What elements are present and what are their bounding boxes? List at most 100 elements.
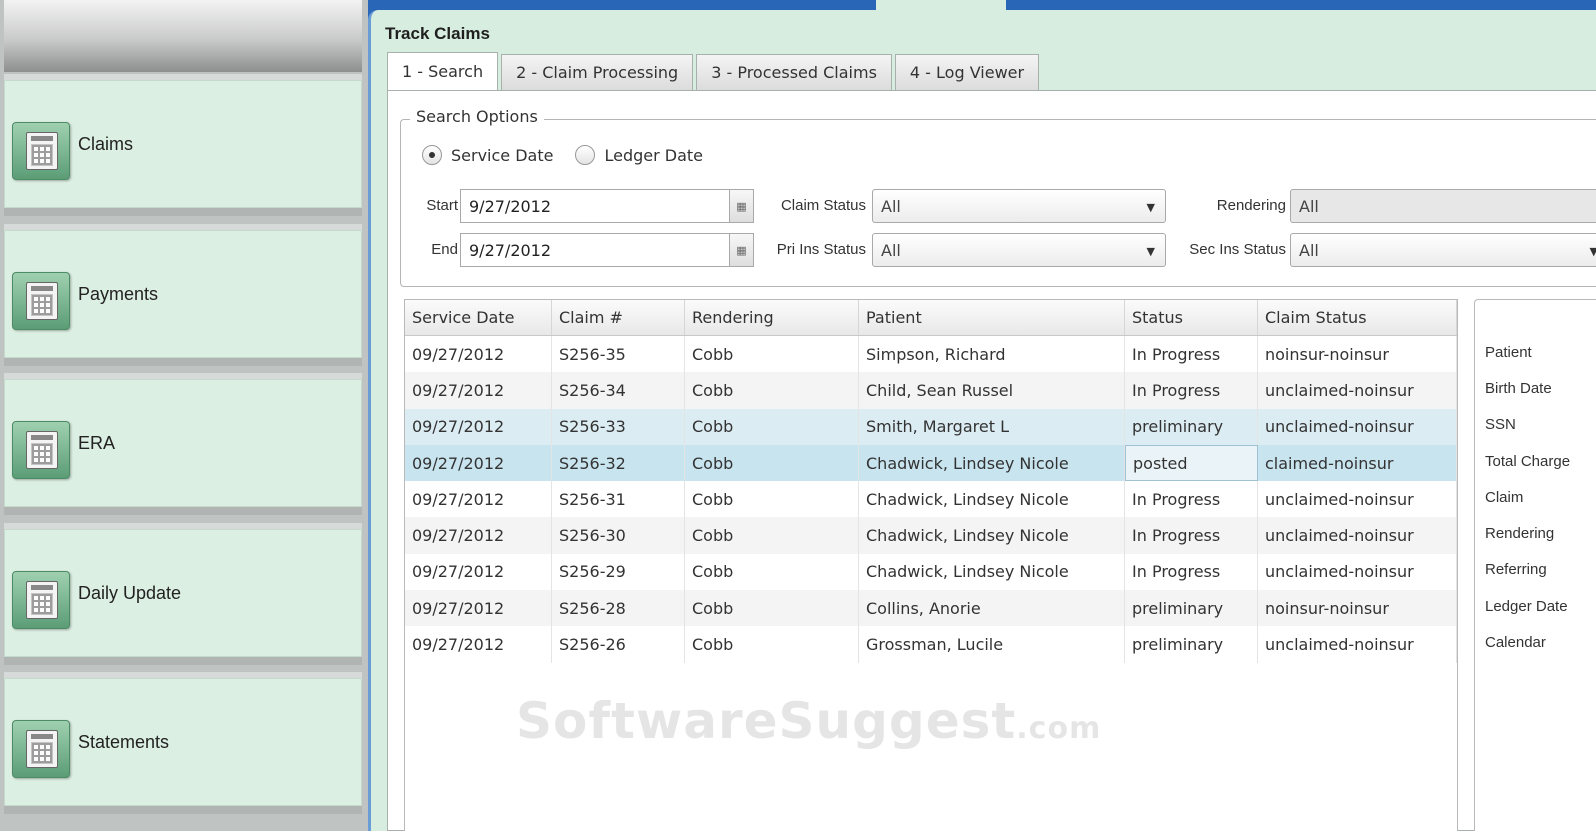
cell-patient: Chadwick, Lindsey Nicole	[859, 444, 1125, 482]
cell-claim-number: S256-29	[552, 553, 685, 591]
rendering-label: Rendering	[1216, 197, 1286, 214]
table-row[interactable]: 09/27/2012 S256-26 Cobb Grossman, Lucile pre…	[405, 626, 1457, 663]
table-row[interactable]: 09/27/2012 S256-34 Cobb Child, Sean Russel I…	[405, 372, 1457, 409]
table-row[interactable]: 09/27/2012 S256-29 Cobb Chadwick, Lindsey N…	[405, 553, 1457, 591]
claim-status-select[interactable]: All ▼	[872, 189, 1166, 223]
cell-service-date: 09/27/2012	[405, 590, 552, 627]
top-tab[interactable]	[876, 0, 1006, 10]
calendar-icon	[12, 272, 70, 330]
pri-ins-status-label: Pri Ins Status	[776, 241, 866, 258]
watermark-suffix: .com	[1016, 711, 1102, 746]
cell-rendering: Cobb	[685, 553, 859, 591]
end-date-value: 9/27/2012	[469, 240, 552, 260]
cell-claim-number: S256-31	[552, 481, 685, 518]
table-row[interactable]: 09/27/2012 S256-33 Cobb Smith, Margaret Lpr…	[405, 408, 1457, 445]
detail-label-rendering: Rendering	[1485, 525, 1555, 542]
cell-service-date: 09/27/2012	[405, 372, 552, 409]
detail-label-birth-date: Birth Date	[1485, 380, 1552, 397]
chevron-down-icon: ▼	[1146, 245, 1155, 258]
top-bar	[368, 0, 1596, 10]
cell-claim-status: noinsur-noinsur	[1258, 336, 1457, 373]
sidebar-item-daily-update[interactable]: Daily Update	[4, 523, 362, 665]
service-date-radio[interactable]	[422, 145, 442, 165]
start-label: Start	[426, 197, 458, 214]
sidebar-item-payments[interactable]: Payments	[4, 224, 362, 366]
detail-label-ledger-date: Ledger Date	[1485, 598, 1568, 615]
sidebar-item-era[interactable]: ERA	[4, 373, 362, 515]
column-header-rendering[interactable]: Rendering	[685, 300, 859, 335]
cell-status: preliminary	[1125, 590, 1258, 627]
end-date-input[interactable]: 9/27/2012 ▦	[460, 233, 754, 267]
calendar-icon	[12, 571, 70, 629]
cell-claim-number: S256-34	[552, 372, 685, 409]
cell-patient: Collins, Anorie	[859, 590, 1125, 627]
sidebar-item-label: Payments	[78, 283, 159, 304]
calendar-icon	[12, 720, 70, 778]
tab-log-viewer[interactable]: 4 - Log Viewer	[894, 54, 1040, 90]
calendar-icon	[12, 122, 70, 180]
table-row[interactable]: 09/27/2012 S256-28 Cobb Collins, Anorie prel…	[405, 590, 1457, 627]
sidebar-item-claims[interactable]: Claims	[4, 74, 362, 216]
cell-status: In Progress	[1125, 553, 1258, 591]
sidebar-item-label: Daily Update	[78, 582, 182, 603]
detail-label-calendar: Calendar	[1485, 634, 1546, 651]
cell-patient: Chadwick, Lindsey Nicole	[859, 553, 1125, 591]
sec-ins-status-value: All	[1299, 240, 1319, 260]
sidebar-item-label: Claims	[78, 133, 134, 154]
sec-ins-status-select[interactable]: All ▼	[1290, 233, 1596, 267]
column-header-status[interactable]: Status	[1125, 300, 1258, 335]
table-row[interactable]: 09/27/2012 S256-35 Cobb Simpson, Richard In …	[405, 336, 1457, 373]
cell-service-date: 09/27/2012	[405, 553, 552, 591]
tab-search[interactable]: 1 - Search	[387, 52, 499, 90]
cell-status: preliminary	[1125, 626, 1258, 663]
end-label: End	[431, 241, 458, 258]
detail-label-ssn: SSN	[1485, 416, 1516, 433]
cell-claim-number: S256-28	[552, 590, 685, 627]
ledger-date-radio[interactable]	[575, 145, 596, 165]
cell-claim-status: unclaimed-noinsur	[1258, 481, 1457, 518]
sidebar-item-label: ERA	[78, 432, 116, 453]
cell-status: In Progress	[1125, 517, 1258, 554]
cell-patient: Simpson, Richard	[859, 336, 1125, 373]
cell-rendering: Cobb	[685, 626, 859, 663]
cell-rendering: Cobb	[685, 481, 859, 518]
column-header-service-date[interactable]: Service Date	[405, 300, 552, 335]
column-header-claim-status[interactable]: Claim Status	[1258, 300, 1457, 335]
cell-patient: Chadwick, Lindsey Nicole	[859, 517, 1125, 554]
column-header-patient[interactable]: Patient	[859, 300, 1125, 335]
cell-claim-status: noinsur-noinsur	[1258, 590, 1457, 627]
rendering-select[interactable]: All	[1290, 189, 1596, 223]
table-body: 09/27/2012 S256-35 Cobb Simpson, Richard In …	[405, 336, 1457, 663]
tab-bar: 1 - Search 2 - Claim Processing 3 - Proc…	[387, 52, 1042, 90]
pri-ins-status-value: All	[881, 240, 901, 260]
cell-claim-status: unclaimed-noinsur	[1258, 626, 1457, 663]
table-row[interactable]: 09/27/2012 S256-32 Cobb Chadwick, Lindsey N…	[405, 444, 1457, 482]
sidebar-item-statements[interactable]: Statements	[4, 672, 362, 814]
start-date-input[interactable]: 9/27/2012 ▦	[460, 189, 754, 223]
table-row[interactable]: 09/27/2012 S256-30 Cobb Chadwick, Lindsey N…	[405, 517, 1457, 554]
cell-claim-number: S256-32	[552, 444, 685, 482]
cell-patient: Chadwick, Lindsey Nicole	[859, 481, 1125, 518]
cell-service-date: 09/27/2012	[405, 336, 552, 373]
tab-claim-processing[interactable]: 2 - Claim Processing	[501, 54, 694, 90]
cell-rendering: Cobb	[685, 408, 859, 445]
calendar-icon	[12, 421, 70, 479]
column-header-claim-number[interactable]: Claim #	[552, 300, 685, 335]
sidebar-header	[4, 0, 362, 72]
service-date-label[interactable]: Service Date	[451, 146, 553, 165]
cell-service-date: 09/27/2012	[405, 517, 552, 554]
cell-status: preliminary	[1125, 408, 1258, 445]
watermark-text: SoftwareSuggest	[516, 692, 1017, 750]
table-row[interactable]: 09/27/2012 S256-31 Cobb Chadwick, Lindsey N…	[405, 481, 1457, 518]
pri-ins-status-select[interactable]: All ▼	[872, 233, 1166, 267]
sec-ins-status-label: Sec Ins Status	[1189, 241, 1286, 258]
cell-rendering: Cobb	[685, 336, 859, 373]
cell-status: In Progress	[1125, 481, 1258, 518]
tab-processed-claims[interactable]: 3 - Processed Claims	[696, 54, 892, 90]
table-header: Service Date Claim # Rendering Patient S…	[405, 300, 1457, 336]
cell-patient: Grossman, Lucile	[859, 626, 1125, 663]
ledger-date-label[interactable]: Ledger Date	[604, 146, 703, 165]
cell-claim-status: unclaimed-noinsur	[1258, 408, 1457, 445]
cell-service-date: 09/27/2012	[405, 481, 552, 518]
cell-service-date: 09/27/2012	[405, 444, 552, 482]
